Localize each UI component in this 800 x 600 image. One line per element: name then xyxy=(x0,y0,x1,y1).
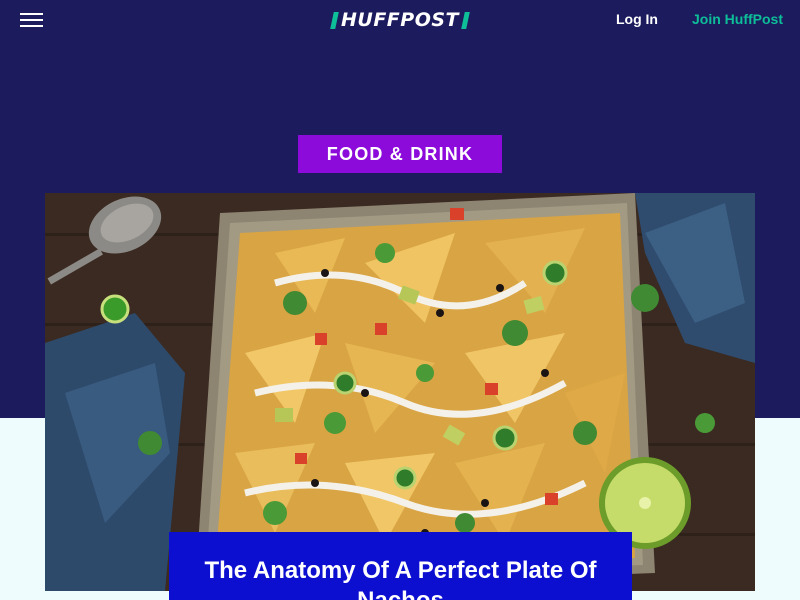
top-navigation-bar: HUFFPOST Log In Join HuffPost xyxy=(0,0,800,40)
category-badge[interactable]: FOOD & DRINK xyxy=(298,135,502,173)
article-headline[interactable]: The Anatomy Of A Perfect Plate Of Nachos xyxy=(189,556,612,600)
login-link[interactable]: Log In xyxy=(616,11,658,27)
join-huffpost-link[interactable]: Join HuffPost xyxy=(692,11,783,27)
logo-text: HUFFPOST xyxy=(341,9,460,31)
headline-card[interactable]: The Anatomy Of A Perfect Plate Of Nachos xyxy=(169,532,632,600)
huffpost-logo[interactable]: HUFFPOST xyxy=(330,9,470,31)
hamburger-menu-icon[interactable] xyxy=(20,12,43,28)
